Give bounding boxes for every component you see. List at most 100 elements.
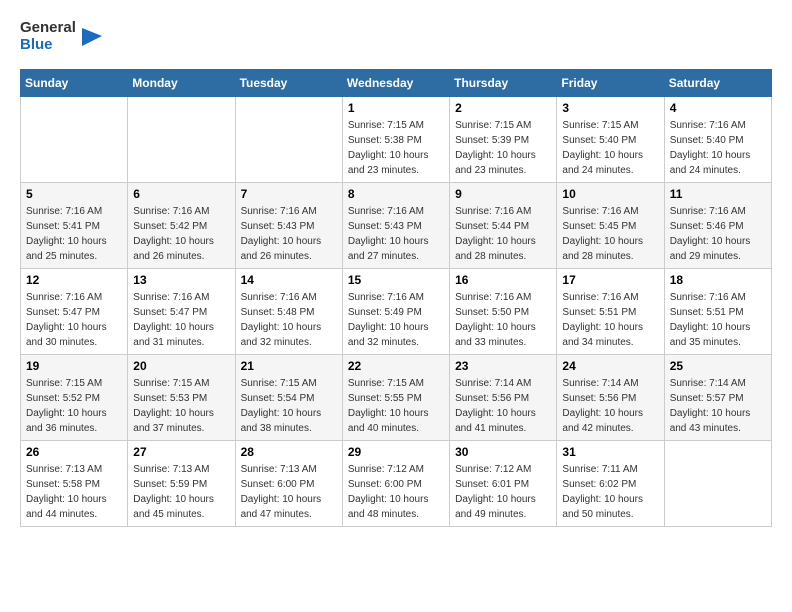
calendar-cell: 21 Sunrise: 7:15 AMSunset: 5:54 PMDayligh… (235, 355, 342, 441)
day-number: 24 (562, 359, 658, 373)
weekday-header-cell: Friday (557, 70, 664, 97)
calendar-cell: 6Sunrise: 7:16 AMSunset: 5:42 PMDaylight… (128, 183, 235, 269)
day-info: Sunrise: 7:16 AMSunset: 5:44 PMDaylight:… (455, 204, 551, 264)
day-number: 8 (348, 187, 444, 201)
day-number: 13 (133, 273, 229, 287)
day-number: 30 (455, 445, 551, 459)
calendar-cell: 31 Sunrise: 7:11 AMSunset: 6:02 PMDayligh… (557, 441, 664, 527)
calendar-cell: 19 Sunrise: 7:15 AMSunset: 5:52 PMDayligh… (21, 355, 128, 441)
day-number: 28 (241, 445, 337, 459)
calendar-cell: 25Sunrise: 7:14 AMSunset: 5:57 PMDayligh… (664, 355, 771, 441)
day-number: 20 (133, 359, 229, 373)
weekday-header-cell: Saturday (664, 70, 771, 97)
day-number: 15 (348, 273, 444, 287)
logo-arrow-icon (80, 26, 102, 48)
calendar-cell: 18Sunrise: 7:16 AMSunset: 5:51 PMDayligh… (664, 269, 771, 355)
day-info: Sunrise: 7:14 AMSunset: 5:56 PMDaylight:… (455, 376, 551, 436)
weekday-header-row: SundayMondayTuesdayWednesdayThursdayFrid… (21, 70, 772, 97)
day-number: 7 (241, 187, 337, 201)
day-number: 6 (133, 187, 229, 201)
day-info: Sunrise: 7:15 AMSunset: 5:38 PMDaylight:… (348, 118, 444, 178)
day-info: Sunrise: 7:15 AMSunset: 5:55 PMDaylight:… (348, 376, 444, 436)
day-info: Sunrise: 7:16 AMSunset: 5:51 PMDaylight:… (562, 290, 658, 350)
calendar-cell: 20 Sunrise: 7:15 AMSunset: 5:53 PMDayligh… (128, 355, 235, 441)
day-number: 4 (670, 101, 766, 115)
day-info: Sunrise: 7:15 AMSunset: 5:52 PMDaylight:… (26, 376, 122, 436)
day-info: Sunrise: 7:15 AMSunset: 5:40 PMDaylight:… (562, 118, 658, 178)
calendar-cell: 7 Sunrise: 7:16 AMSunset: 5:43 PMDaylight… (235, 183, 342, 269)
calendar-cell: 27Sunrise: 7:13 AMSunset: 5:59 PMDayligh… (128, 441, 235, 527)
calendar-cell: 30 Sunrise: 7:12 AMSunset: 6:01 PMDayligh… (450, 441, 557, 527)
day-info: Sunrise: 7:16 AMSunset: 5:45 PMDaylight:… (562, 204, 658, 264)
day-number: 26 (26, 445, 122, 459)
calendar-week-row: 26 Sunrise: 7:13 AMSunset: 5:58 PMDayligh… (21, 441, 772, 527)
day-number: 23 (455, 359, 551, 373)
calendar-cell: 15 Sunrise: 7:16 AMSunset: 5:49 PMDayligh… (342, 269, 449, 355)
day-info: Sunrise: 7:13 AMSunset: 6:00 PMDaylight:… (241, 462, 337, 522)
day-number: 29 (348, 445, 444, 459)
page-header: General Blue (20, 20, 772, 53)
calendar-cell: 2 Sunrise: 7:15 AMSunset: 5:39 PMDaylight… (450, 97, 557, 183)
calendar-week-row: 19 Sunrise: 7:15 AMSunset: 5:52 PMDayligh… (21, 355, 772, 441)
calendar-week-row: 1 Sunrise: 7:15 AMSunset: 5:38 PMDaylight… (21, 97, 772, 183)
day-number: 31 (562, 445, 658, 459)
calendar-table: SundayMondayTuesdayWednesdayThursdayFrid… (20, 69, 772, 527)
calendar-cell (235, 97, 342, 183)
logo-general-text: General (20, 20, 76, 37)
day-number: 16 (455, 273, 551, 287)
calendar-cell: 5Sunrise: 7:16 AMSunset: 5:41 PMDaylight… (21, 183, 128, 269)
calendar-cell (664, 441, 771, 527)
day-info: Sunrise: 7:16 AMSunset: 5:49 PMDaylight:… (348, 290, 444, 350)
weekday-header-cell: Wednesday (342, 70, 449, 97)
day-number: 14 (241, 273, 337, 287)
day-info: Sunrise: 7:16 AMSunset: 5:40 PMDaylight:… (670, 118, 766, 178)
calendar-cell: 16 Sunrise: 7:16 AMSunset: 5:50 PMDayligh… (450, 269, 557, 355)
day-number: 19 (26, 359, 122, 373)
day-info: Sunrise: 7:15 AMSunset: 5:54 PMDaylight:… (241, 376, 337, 436)
day-info: Sunrise: 7:13 AMSunset: 5:58 PMDaylight:… (26, 462, 122, 522)
calendar-cell: 24Sunrise: 7:14 AMSunset: 5:56 PMDayligh… (557, 355, 664, 441)
day-info: Sunrise: 7:16 AMSunset: 5:47 PMDaylight:… (26, 290, 122, 350)
day-info: Sunrise: 7:15 AMSunset: 5:53 PMDaylight:… (133, 376, 229, 436)
day-number: 10 (562, 187, 658, 201)
calendar-cell: 10 Sunrise: 7:16 AMSunset: 5:45 PMDayligh… (557, 183, 664, 269)
calendar-cell: 11 Sunrise: 7:16 AMSunset: 5:46 PMDayligh… (664, 183, 771, 269)
calendar-cell: 23 Sunrise: 7:14 AMSunset: 5:56 PMDayligh… (450, 355, 557, 441)
day-info: Sunrise: 7:16 AMSunset: 5:43 PMDaylight:… (348, 204, 444, 264)
calendar-cell: 4 Sunrise: 7:16 AMSunset: 5:40 PMDaylight… (664, 97, 771, 183)
day-info: Sunrise: 7:16 AMSunset: 5:51 PMDaylight:… (670, 290, 766, 350)
day-number: 12 (26, 273, 122, 287)
calendar-week-row: 12 Sunrise: 7:16 AMSunset: 5:47 PMDayligh… (21, 269, 772, 355)
weekday-header-cell: Tuesday (235, 70, 342, 97)
day-number: 11 (670, 187, 766, 201)
calendar-cell: 29Sunrise: 7:12 AMSunset: 6:00 PMDayligh… (342, 441, 449, 527)
weekday-header-cell: Thursday (450, 70, 557, 97)
day-number: 21 (241, 359, 337, 373)
calendar-body: 1 Sunrise: 7:15 AMSunset: 5:38 PMDaylight… (21, 97, 772, 527)
calendar-cell: 9Sunrise: 7:16 AMSunset: 5:44 PMDaylight… (450, 183, 557, 269)
weekday-header-cell: Monday (128, 70, 235, 97)
day-info: Sunrise: 7:16 AMSunset: 5:47 PMDaylight:… (133, 290, 229, 350)
calendar-cell: 26 Sunrise: 7:13 AMSunset: 5:58 PMDayligh… (21, 441, 128, 527)
calendar-cell: 1 Sunrise: 7:15 AMSunset: 5:38 PMDaylight… (342, 97, 449, 183)
calendar-cell: 17Sunrise: 7:16 AMSunset: 5:51 PMDayligh… (557, 269, 664, 355)
logo: General Blue (20, 20, 102, 53)
day-number: 3 (562, 101, 658, 115)
day-info: Sunrise: 7:15 AMSunset: 5:39 PMDaylight:… (455, 118, 551, 178)
day-number: 25 (670, 359, 766, 373)
calendar-cell (21, 97, 128, 183)
calendar-cell: 3 Sunrise: 7:15 AMSunset: 5:40 PMDaylight… (557, 97, 664, 183)
day-info: Sunrise: 7:16 AMSunset: 5:43 PMDaylight:… (241, 204, 337, 264)
calendar-cell: 13 Sunrise: 7:16 AMSunset: 5:47 PMDayligh… (128, 269, 235, 355)
calendar-cell (128, 97, 235, 183)
calendar-cell: 12 Sunrise: 7:16 AMSunset: 5:47 PMDayligh… (21, 269, 128, 355)
day-info: Sunrise: 7:13 AMSunset: 5:59 PMDaylight:… (133, 462, 229, 522)
day-number: 1 (348, 101, 444, 115)
logo-blue-text: Blue (20, 37, 53, 54)
day-info: Sunrise: 7:16 AMSunset: 5:46 PMDaylight:… (670, 204, 766, 264)
day-info: Sunrise: 7:16 AMSunset: 5:50 PMDaylight:… (455, 290, 551, 350)
day-number: 2 (455, 101, 551, 115)
day-number: 22 (348, 359, 444, 373)
day-info: Sunrise: 7:12 AMSunset: 6:01 PMDaylight:… (455, 462, 551, 522)
day-info: Sunrise: 7:11 AMSunset: 6:02 PMDaylight:… (562, 462, 658, 522)
